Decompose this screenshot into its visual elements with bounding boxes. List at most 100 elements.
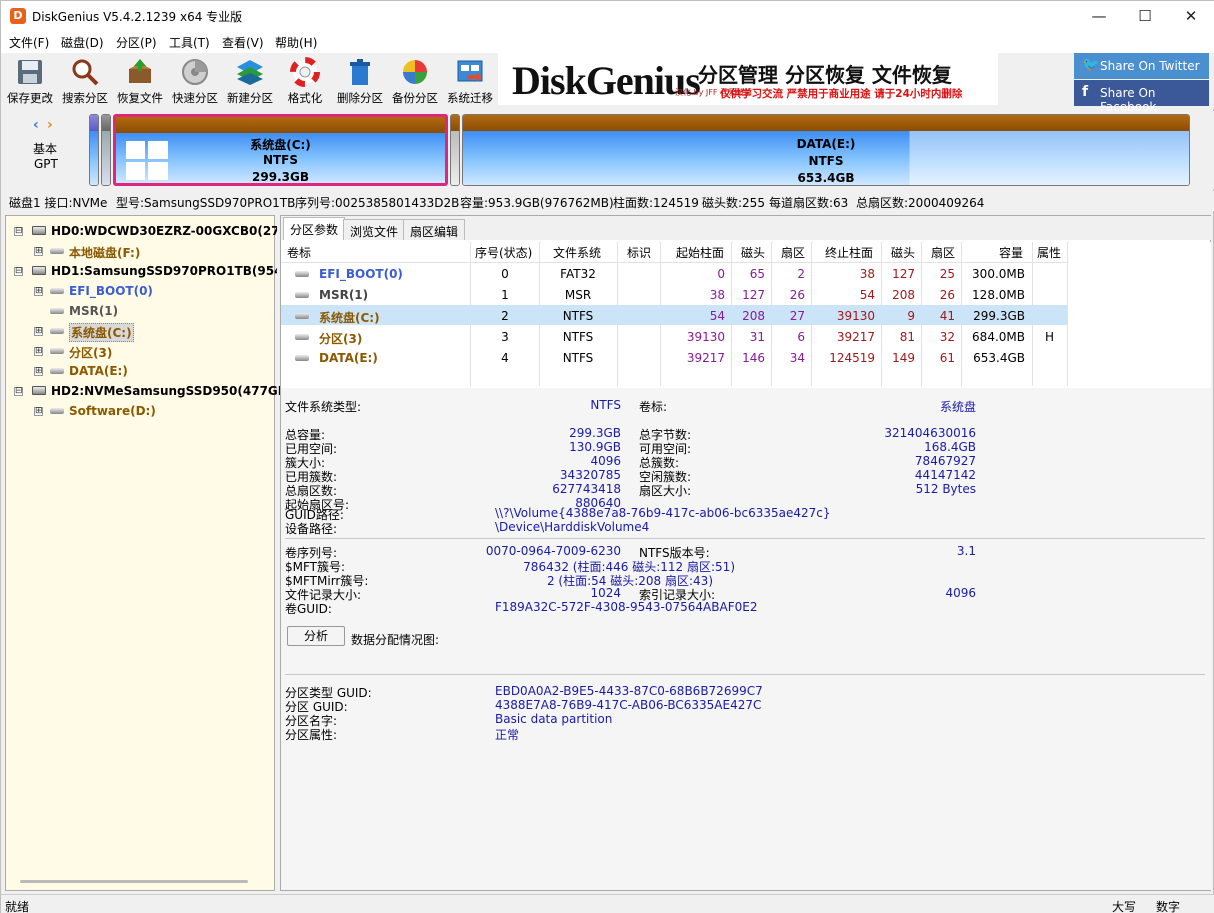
system-migration-button[interactable]: 系统迁移 bbox=[443, 55, 497, 107]
recover-box-icon bbox=[129, 59, 151, 83]
detail-value: 44147142 bbox=[914, 468, 976, 482]
col-end-head[interactable]: 磁头 bbox=[891, 244, 915, 261]
cell-eh: 149 bbox=[892, 351, 915, 365]
partition-table: 卷标 序号(状态) 文件系统 标识 起始柱面 磁头 扇区 终止柱面 磁头 扇区 … bbox=[281, 242, 1211, 388]
twitter-bird-icon: 🐦 bbox=[1082, 57, 1100, 73]
detail-value: 512 Bytes bbox=[915, 482, 976, 496]
trash-icon bbox=[350, 59, 370, 85]
cell-idx: 3 bbox=[501, 330, 509, 344]
hard-disk-icon bbox=[32, 386, 46, 395]
cell-ec: 54 bbox=[859, 288, 875, 302]
format-lifebuoy-icon bbox=[290, 57, 320, 87]
label-partition-attr: 分区属性: bbox=[285, 728, 338, 742]
partition-seg-efi[interactable] bbox=[89, 114, 99, 186]
backup-pie-icon bbox=[403, 60, 427, 84]
col-flag[interactable]: 标识 bbox=[627, 244, 651, 261]
detail-value: 168.4GB bbox=[924, 440, 976, 454]
partition-e-fs: NTFS bbox=[808, 154, 844, 168]
partition-seg-c[interactable]: 系统盘(C:) NTFS 299.3GB bbox=[113, 114, 448, 186]
share-twitter-button[interactable]: 🐦 Share On Twitter bbox=[1074, 53, 1209, 79]
partition-icon bbox=[50, 248, 64, 254]
cell-cap: 128.0MB bbox=[972, 288, 1025, 302]
next-disk-arrow-icon[interactable]: › bbox=[47, 117, 53, 133]
tab-bar: 分区参数 浏览文件 扇区编辑 bbox=[281, 216, 1211, 240]
menu-file[interactable]: 文件(F) bbox=[9, 34, 49, 51]
save-disk-icon bbox=[18, 60, 42, 84]
collapse-icon[interactable]: ⊟ bbox=[14, 227, 23, 236]
search-partition-button[interactable]: 搜索分区 bbox=[58, 55, 112, 107]
maximize-button[interactable]: ☐ bbox=[1122, 1, 1168, 31]
table-row[interactable]: MSR(1) 1 MSR 38 127 26 54 208 26 128.0MB bbox=[281, 285, 1067, 305]
partition-icon bbox=[50, 308, 64, 314]
partition-seg-msr[interactable] bbox=[101, 114, 111, 186]
col-end-sector[interactable]: 扇区 bbox=[931, 244, 955, 261]
quick-partition-button[interactable]: 快速分区 bbox=[168, 55, 222, 107]
expand-icon[interactable]: ⊞ bbox=[34, 327, 43, 336]
table-row[interactable]: DATA(E:) 4 NTFS 39217 146 34 124519 149 61 653.4G… bbox=[281, 348, 1067, 368]
cell-fs: NTFS bbox=[562, 309, 594, 323]
partition-seg-e[interactable]: DATA(E:) NTFS 653.4GB bbox=[462, 114, 1190, 186]
info-total-sectors: 总扇区数:2000409264 bbox=[856, 196, 985, 210]
expand-icon[interactable]: ⊞ bbox=[34, 367, 43, 376]
prev-disk-arrow-icon[interactable]: ‹ bbox=[33, 117, 39, 133]
partition-icon bbox=[50, 368, 64, 374]
partition-seg-3[interactable] bbox=[450, 114, 460, 186]
col-fs[interactable]: 文件系统 bbox=[553, 244, 601, 261]
tree-hscrollbar[interactable] bbox=[20, 880, 248, 883]
expand-icon[interactable]: ⊞ bbox=[34, 347, 43, 356]
col-start-cyl[interactable]: 起始柱面 bbox=[676, 244, 724, 261]
promo-banner[interactable]: DiskGenius 分区管理 分区恢复 文件恢复 汉化 by JFF 吾爱破解… bbox=[498, 53, 998, 105]
col-start-head[interactable]: 磁头 bbox=[741, 244, 765, 261]
tab-partition-params[interactable]: 分区参数 bbox=[283, 217, 346, 240]
table-row[interactable]: 分区(3) 3 NTFS 39130 31 6 39217 81 32 684.0MB H bbox=[281, 327, 1067, 347]
value-partition-guid: 4388E7A8-76B9-417C-AB06-BC6335AE427C bbox=[495, 698, 762, 712]
disk-type-gpt: GPT bbox=[34, 157, 58, 171]
cell-sh: 65 bbox=[749, 267, 765, 281]
menu-partition[interactable]: 分区(P) bbox=[116, 34, 157, 51]
share-facebook-button[interactable]: f Share On Facebook bbox=[1074, 80, 1209, 114]
menu-help[interactable]: 帮助(H) bbox=[275, 34, 317, 51]
cell-idx: 0 bbox=[501, 267, 509, 281]
backup-partition-button[interactable]: 备份分区 bbox=[388, 55, 442, 107]
value-fs-type: NTFS bbox=[590, 398, 621, 412]
tab-browse-files[interactable]: 浏览文件 bbox=[343, 219, 406, 240]
minimize-button[interactable]: — bbox=[1076, 1, 1122, 31]
partition-details: 文件系统类型: NTFS 卷标: 系统盘 GUID路径: \\?\Volume{… bbox=[281, 388, 1211, 890]
cell-cap: 684.0MB bbox=[972, 330, 1025, 344]
menu-tools[interactable]: 工具(T) bbox=[169, 34, 210, 51]
col-end-cyl[interactable]: 终止柱面 bbox=[825, 244, 873, 261]
expand-icon[interactable]: ⊞ bbox=[34, 407, 43, 416]
partition-icon bbox=[295, 292, 309, 298]
analyze-button[interactable]: 分析 bbox=[287, 626, 345, 646]
col-index[interactable]: 序号(状态) bbox=[475, 244, 532, 261]
close-button[interactable]: ✕ bbox=[1168, 1, 1214, 31]
partition-icon bbox=[295, 313, 309, 319]
info-serial: 序列号:0025385801433D2B bbox=[295, 196, 460, 210]
num-indicator: 数字 bbox=[1156, 900, 1181, 913]
table-row[interactable]: 系统盘(C:) 2 NTFS 54 208 27 39130 9 41 299.3GB bbox=[281, 306, 1067, 326]
new-partition-button[interactable]: 新建分区 bbox=[223, 55, 277, 107]
menu-disk[interactable]: 磁盘(D) bbox=[61, 34, 104, 51]
collapse-icon[interactable]: ⊟ bbox=[14, 387, 23, 396]
tab-sector-edit[interactable]: 扇区编辑 bbox=[403, 219, 466, 240]
menu-view[interactable]: 查看(V) bbox=[222, 34, 264, 51]
value-volume: 系统盘 bbox=[939, 400, 976, 414]
col-start-sector[interactable]: 扇区 bbox=[781, 244, 805, 261]
col-attr[interactable]: 属性 bbox=[1037, 244, 1061, 261]
disk-type-basic: 基本 bbox=[33, 142, 58, 156]
migrate-window-icon bbox=[457, 60, 483, 82]
delete-partition-button[interactable]: 删除分区 bbox=[333, 55, 387, 107]
col-volume[interactable]: 卷标 bbox=[287, 244, 311, 261]
info-heads: 磁头数:255 bbox=[702, 196, 765, 210]
collapse-icon[interactable]: ⊟ bbox=[14, 267, 23, 276]
save-changes-button[interactable]: 保存更改 bbox=[3, 55, 57, 107]
format-button[interactable]: 格式化 bbox=[278, 55, 332, 107]
cell-sc: 54 bbox=[709, 309, 725, 323]
partition-icon bbox=[50, 408, 64, 414]
table-row[interactable]: EFI_BOOT(0) 0 FAT32 0 65 2 38 127 25 300.0MB bbox=[281, 264, 1067, 284]
expand-icon[interactable]: ⊞ bbox=[34, 247, 43, 256]
value-record-size: 1024 bbox=[590, 586, 621, 600]
col-capacity[interactable]: 容量 bbox=[999, 244, 1023, 261]
expand-icon[interactable]: ⊞ bbox=[34, 287, 43, 296]
recover-files-button[interactable]: 恢复文件 bbox=[113, 55, 167, 107]
